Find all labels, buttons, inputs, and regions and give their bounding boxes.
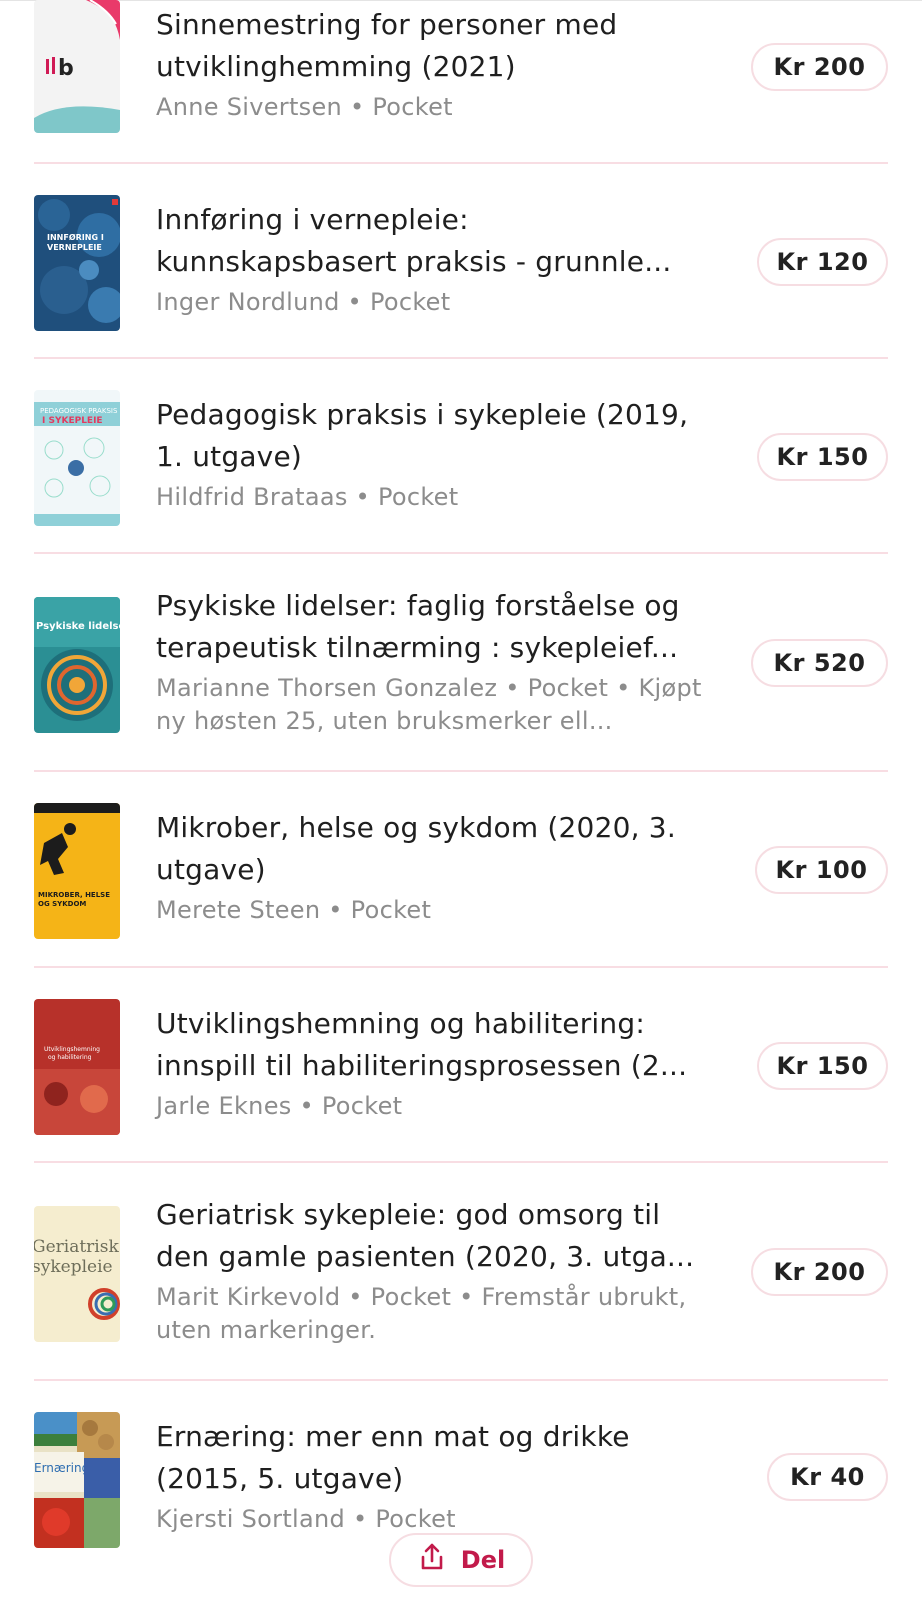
svg-text:OG SYKDOM: OG SYKDOM (38, 900, 86, 908)
divider (34, 770, 888, 772)
book-info: Utviklingshemning og habilitering: innsp… (156, 1003, 716, 1123)
list-item[interactable]: Psykiske lidelse Psykiske lidelser: fagl… (34, 585, 888, 769)
svg-text:INNFØRING I: INNFØRING I (47, 232, 104, 242)
svg-text:b: b (58, 56, 74, 81)
book-title: Utviklingshemning og habilitering: innsp… (156, 1007, 688, 1082)
share-icon (417, 1542, 447, 1578)
book-info: Geriatrisk sykepleie: god omsorg til den… (156, 1194, 716, 1347)
share-button[interactable]: Del (389, 1533, 533, 1587)
divider (34, 162, 888, 164)
book-info: Psykiske lidelser: faglig forståelse og … (156, 585, 716, 738)
book-meta: Marit Kirkevold • Pocket • Fremstår ubru… (156, 1283, 687, 1344)
book-cover: Ernæring (34, 1412, 120, 1548)
svg-text:I SYKEPLEIE: I SYKEPLEIE (42, 416, 103, 426)
book-cover: Utviklingshemning og habilitering (34, 999, 120, 1135)
svg-text:MIKROBER, HELSE: MIKROBER, HELSE (38, 891, 110, 899)
book-cover: b (34, 0, 120, 133)
price-badge[interactable]: Kr 150 (757, 433, 888, 481)
list-item[interactable]: b Sinnemestring for personer med utvikli… (34, 0, 888, 162)
book-title: Mikrober, helse og sykdom (2020, 3. utga… (156, 811, 676, 886)
book-title: Ernæring: mer enn mat og drikke (2015, 5… (156, 1420, 630, 1495)
divider (34, 552, 888, 554)
svg-text:PEDAGOGISK PRAKSIS: PEDAGOGISK PRAKSIS (40, 407, 118, 415)
price-badge[interactable]: Kr 120 (757, 238, 888, 286)
svg-text:og habilitering: og habilitering (48, 1054, 92, 1061)
book-info: Mikrober, helse og sykdom (2020, 3. utga… (156, 807, 716, 927)
svg-text:Utviklingshemning: Utviklingshemning (44, 1046, 100, 1053)
book-title: Sinnemestring for personer med utvikling… (156, 8, 618, 83)
divider (34, 966, 888, 968)
book-info: Pedagogisk praksis i sykepleie (2019, 1.… (156, 394, 716, 514)
svg-text:VERNEPLEIE: VERNEPLEIE (47, 243, 102, 252)
book-meta: Marianne Thorsen Gonzalez • Pocket • Kjø… (156, 674, 702, 735)
svg-text:Ernæring: Ernæring (34, 1461, 89, 1475)
svg-text:Psykiske lidelse: Psykiske lidelse (36, 621, 120, 632)
book-title: Innføring i vernepleie: kunnskapsbasert … (156, 203, 672, 278)
list-item[interactable]: Utviklingshemning og habilitering Utvikl… (34, 999, 888, 1161)
price-badge[interactable]: Kr 200 (751, 43, 888, 91)
book-meta: Anne Sivertsen • Pocket (156, 93, 453, 121)
divider (34, 357, 888, 359)
book-cover: MIKROBER, HELSE OG SYKDOM (34, 803, 120, 939)
list-item[interactable]: PEDAGOGISK PRAKSIS I SYKEPLEIE Pedagogis… (34, 390, 888, 552)
book-info: Innføring i vernepleie: kunnskapsbasert … (156, 199, 716, 319)
book-info: Ernæring: mer enn mat og drikke (2015, 5… (156, 1416, 716, 1536)
svg-text:sykepleie: sykepleie (34, 1257, 113, 1277)
book-info: Sinnemestring for personer med utvikling… (156, 4, 716, 124)
book-title: Pedagogisk praksis i sykepleie (2019, 1.… (156, 398, 689, 473)
price-badge[interactable]: Kr 200 (751, 1248, 888, 1296)
book-cover: Geriatrisk sykepleie (34, 1206, 120, 1342)
list-item[interactable]: MIKROBER, HELSE OG SYKDOM Mikrober, hels… (34, 803, 888, 965)
book-cover: INNFØRING I VERNEPLEIE (34, 195, 120, 331)
share-label: Del (460, 1546, 506, 1574)
book-meta: Inger Nordlund • Pocket (156, 288, 451, 316)
book-cover: Psykiske lidelse (34, 597, 120, 733)
book-meta: Hildfrid Brataas • Pocket (156, 483, 459, 511)
book-meta: Jarle Eknes • Pocket (156, 1092, 403, 1120)
list-item[interactable]: INNFØRING I VERNEPLEIE Innføring i verne… (34, 195, 888, 357)
price-badge[interactable]: Kr 100 (755, 846, 888, 894)
book-meta: Merete Steen • Pocket (156, 896, 432, 924)
price-badge[interactable]: Kr 150 (757, 1042, 888, 1090)
book-title: Geriatrisk sykepleie: god omsorg til den… (156, 1198, 695, 1273)
svg-text:Geriatrisk: Geriatrisk (34, 1237, 119, 1257)
price-badge[interactable]: Kr 520 (751, 639, 888, 687)
divider (34, 1379, 888, 1381)
book-meta: Kjersti Sortland • Pocket (156, 1505, 456, 1533)
book-cover: PEDAGOGISK PRAKSIS I SYKEPLEIE (34, 390, 120, 526)
book-title: Psykiske lidelser: faglig forståelse og … (156, 589, 680, 664)
divider (34, 1161, 888, 1163)
list-item[interactable]: Geriatrisk sykepleie Geriatrisk sykeplei… (34, 1194, 888, 1378)
price-badge[interactable]: Kr 40 (767, 1453, 888, 1501)
